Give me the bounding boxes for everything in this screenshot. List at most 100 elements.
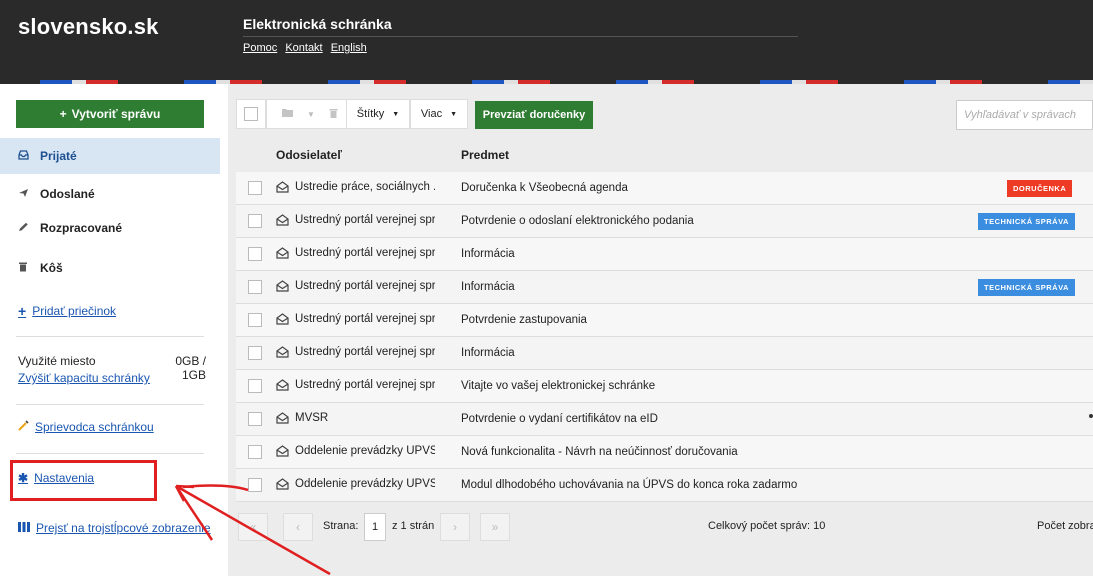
inbox-icon bbox=[18, 149, 34, 163]
row-sender: Ústredný portál verejnej spr... bbox=[295, 313, 435, 325]
highlight-box bbox=[10, 460, 157, 501]
row-sender: Ústredný portál verejnej spr... bbox=[295, 247, 435, 259]
chevron-down-icon: ▼ bbox=[450, 110, 458, 118]
row-checkbox[interactable] bbox=[248, 280, 262, 294]
table-row[interactable]: Ústredie práce, sociálnych ... Doručenka … bbox=[236, 172, 1093, 205]
select-all-checkbox[interactable] bbox=[236, 99, 266, 129]
page-label: Strana: bbox=[323, 520, 359, 532]
site-logo[interactable]: slovensko.sk bbox=[18, 14, 159, 40]
table-row[interactable]: Ústredný portál verejnej spr... Informáci… bbox=[236, 238, 1093, 271]
title-divider bbox=[243, 36, 798, 37]
envelope-open-icon bbox=[276, 280, 290, 294]
sidebar-divider bbox=[16, 336, 204, 337]
sidebar-item-label: Prijaté bbox=[40, 149, 77, 163]
table-row[interactable]: Ústredný portál verejnej spr... Potvrdeni… bbox=[236, 304, 1093, 337]
page-number-input[interactable]: 1 bbox=[364, 513, 386, 541]
contact-link[interactable]: Kontakt bbox=[285, 42, 322, 54]
help-link[interactable]: Pomoc bbox=[243, 42, 277, 54]
english-link[interactable]: English bbox=[331, 42, 367, 54]
column-header-subject[interactable]: Predmet bbox=[461, 148, 509, 162]
delete-icon[interactable] bbox=[329, 108, 338, 121]
row-checkbox[interactable] bbox=[248, 379, 262, 393]
table-row[interactable]: Ústredný portál verejnej spr... Potvrdeni… bbox=[236, 205, 1093, 238]
sidebar-item-sent[interactable]: Odoslané bbox=[0, 176, 220, 212]
create-message-label: Vytvoriť správu bbox=[71, 107, 161, 121]
mailbox-guide-link[interactable]: Sprievodca schránkou bbox=[18, 420, 154, 434]
first-page-button[interactable]: « bbox=[238, 513, 268, 541]
last-page-button[interactable]: » bbox=[480, 513, 510, 541]
row-checkbox[interactable] bbox=[248, 412, 262, 426]
table-row[interactable]: MVSR Potvrdenie o vydaní certifikátov na … bbox=[236, 403, 1093, 436]
sidebar-item-label: Kôš bbox=[40, 261, 63, 275]
storage-value: 0GB / 1GB bbox=[175, 354, 206, 382]
row-checkbox[interactable] bbox=[248, 181, 262, 195]
wand-icon bbox=[18, 420, 29, 434]
table-row[interactable]: Oddelenie prevádzky ÚPVS Modul dlhodobého… bbox=[236, 469, 1093, 502]
message-tag: TECHNICKÁ SPRÁVA bbox=[978, 213, 1075, 230]
total-messages-count: Celkový počet správ: 10 bbox=[708, 520, 826, 532]
sidebar-divider bbox=[16, 404, 204, 405]
table-row[interactable]: Ústredný portál verejnej spr... Vitajte v… bbox=[236, 370, 1093, 403]
three-column-view-label: Prejsť na trojstĺpcové zobrazenie bbox=[36, 521, 211, 535]
top-header: slovensko.sk Elektronická schránka Pomoc… bbox=[0, 0, 1093, 80]
create-message-button[interactable]: + Vytvoriť správu bbox=[16, 100, 204, 128]
header-links: Pomoc Kontakt English bbox=[243, 42, 372, 54]
table-row[interactable]: Ústredný portál verejnej spr... Informáci… bbox=[236, 337, 1093, 370]
accept-receipts-button[interactable]: Prevziať doručenky bbox=[475, 101, 593, 129]
sidebar-item-drafts[interactable]: Rozpracované bbox=[0, 210, 220, 246]
column-header-sender[interactable]: Odosielateľ bbox=[276, 148, 342, 162]
sidebar-item-inbox[interactable]: Prijaté bbox=[0, 138, 220, 174]
three-column-view-link[interactable]: Prejsť na trojstĺpcové zobrazenie bbox=[18, 521, 211, 535]
table-row[interactable]: Ústredný portál verejnej spr... Informáci… bbox=[236, 271, 1093, 304]
message-list-panel: ▼ Štítky ▼ Viac ▼ Prevziať doručenky Odo… bbox=[228, 84, 1093, 576]
search-input[interactable] bbox=[956, 100, 1093, 130]
row-subject: Potvrdenie o vydaní certifikátov na eID bbox=[461, 413, 658, 425]
table-row[interactable]: Oddelenie prevádzky ÚPVS Nová funkcionali… bbox=[236, 436, 1093, 469]
move-to-folder-icon[interactable] bbox=[282, 108, 294, 120]
row-checkbox[interactable] bbox=[248, 478, 262, 492]
envelope-open-icon bbox=[276, 445, 290, 459]
previous-page-button[interactable]: ‹ bbox=[283, 513, 313, 541]
row-checkbox[interactable] bbox=[248, 247, 262, 261]
storage-label: Využité miesto bbox=[18, 354, 96, 368]
row-sender: Ústredný portál verejnej spr... bbox=[295, 346, 435, 358]
increase-capacity-link[interactable]: Zvýšiť kapacitu schránky bbox=[18, 371, 150, 385]
send-icon bbox=[18, 188, 34, 201]
checkbox bbox=[244, 107, 258, 121]
row-sender: MVSR bbox=[295, 412, 329, 424]
row-checkbox[interactable] bbox=[248, 313, 262, 327]
sidebar-item-trash[interactable]: Kôš bbox=[0, 250, 220, 286]
row-checkbox[interactable] bbox=[248, 445, 262, 459]
row-checkbox[interactable] bbox=[248, 346, 262, 360]
message-tag: TECHNICKÁ SPRÁVA bbox=[978, 279, 1075, 296]
display-count-label: Počet zobra bbox=[1037, 520, 1093, 532]
row-checkbox[interactable] bbox=[248, 214, 262, 228]
trash-icon bbox=[18, 261, 34, 275]
labels-dropdown[interactable]: Štítky ▼ bbox=[346, 99, 410, 129]
next-page-button[interactable]: › bbox=[440, 513, 470, 541]
sidebar-item-label: Rozpracované bbox=[40, 221, 123, 235]
row-sender: Oddelenie prevádzky ÚPVS bbox=[295, 478, 435, 490]
add-folder-link[interactable]: + Pridať priečinok bbox=[18, 303, 116, 319]
plus-icon: + bbox=[59, 107, 67, 121]
more-dropdown[interactable]: Viac ▼ bbox=[410, 99, 468, 129]
envelope-open-icon bbox=[276, 181, 290, 195]
add-folder-label: Pridať priečinok bbox=[32, 304, 117, 318]
row-subject: Potvrdenie o odoslaní elektronického pod… bbox=[461, 215, 694, 227]
plus-icon: + bbox=[18, 303, 27, 319]
folder-actions-group: ▼ bbox=[266, 99, 354, 129]
row-subject: Potvrdenie zastupovania bbox=[461, 314, 587, 326]
columns-icon bbox=[18, 521, 30, 535]
row-subject: Vitajte vo vašej elektronickej schránke bbox=[461, 380, 656, 392]
message-tag: DORUČENKA bbox=[1007, 180, 1073, 197]
labels-dropdown-label: Štítky bbox=[356, 108, 385, 120]
row-sender: Ústredie práce, sociálnych ... bbox=[295, 181, 435, 193]
total-pages-label: z 1 strán bbox=[392, 520, 435, 532]
envelope-open-icon bbox=[276, 214, 290, 228]
chevron-down-icon[interactable]: ▼ bbox=[307, 110, 315, 119]
row-sender: Oddelenie prevádzky ÚPVS bbox=[295, 445, 435, 457]
message-table: Ústredie práce, sociálnych ... Doručenka … bbox=[236, 172, 1093, 502]
row-subject: Informácia bbox=[461, 281, 515, 293]
sidebar-divider bbox=[16, 453, 204, 454]
envelope-open-icon bbox=[276, 346, 290, 360]
